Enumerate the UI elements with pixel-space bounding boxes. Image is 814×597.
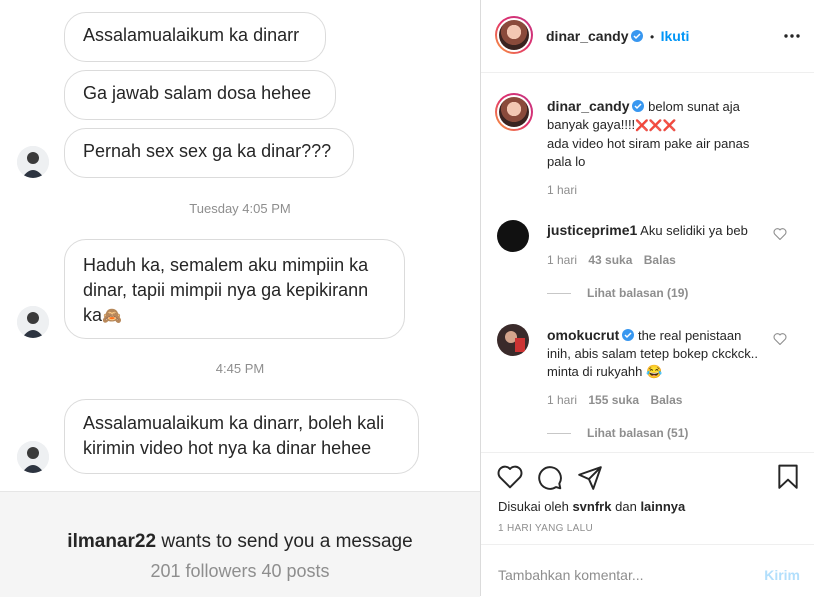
header-username[interactable]: dinar_candy [546,28,628,44]
comment-meta: 1 hari 43 suka Balas [547,253,676,267]
person-icon [17,441,49,473]
post-panel: dinar_candy • Ikuti dinar_candy belom su… [480,0,814,596]
message-bubble[interactable]: Assalamualaikum ka dinarr [64,12,326,62]
comment-time[interactable]: 1 hari [547,253,577,267]
comment-input[interactable]: Tambahkan komentar... [498,567,644,583]
comment-time[interactable]: 1 hari [547,393,577,407]
post-date[interactable]: 1 HARI YANG LALU [498,523,593,534]
verified-badge-icon [622,329,635,341]
reply-button[interactable]: Balas [650,393,682,407]
request-line: ilmanar22 wants to send you a message [0,531,480,553]
view-replies-label: Lihat balasan (51) [587,426,689,440]
divider-line [547,293,571,295]
person-icon [17,146,49,178]
message-text: Assalamualaikum ka dinarr, boleh kali ki… [83,413,385,458]
dm-thread: Assalamualaikum ka dinarr Ga jawab salam… [0,0,480,597]
comment-meta: 1 hari 155 suka Balas [547,393,682,407]
share-send-icon[interactable] [577,465,603,491]
sender-avatar[interactable] [17,441,49,473]
liked-by-user[interactable]: svnfrk [572,499,611,514]
comment-likes[interactable]: 155 suka [588,393,639,407]
message-text: Assalamualaikum ka dinarr [83,25,300,45]
heart-icon[interactable] [773,333,787,345]
message-request-panel: ilmanar22 wants to send you a message 20… [0,491,480,597]
comment: justiceprime1 Aku selidiki ya beb [547,221,767,240]
post-comment-button[interactable]: Kirim [764,567,800,583]
view-replies-label: Lihat balasan (19) [587,286,689,300]
liked-by-prefix: Disukai oleh [498,499,569,514]
comment-text: Aku selidiki ya beb [640,223,748,238]
heart-icon[interactable] [773,228,787,240]
request-username[interactable]: ilmanar22 [67,531,156,552]
message-bubble[interactable]: Ga jawab salam dosa hehee [64,70,336,120]
sender-avatar[interactable] [17,146,49,178]
header-separator: • [649,30,655,44]
comment: omokucrut the real penistaan inih, abis … [547,326,767,381]
person-icon [17,306,49,338]
timestamp: 4:45 PM [215,361,265,376]
caption-time[interactable]: 1 hari [547,183,577,197]
liked-by-mid: dan [615,499,637,514]
verified-badge-icon [631,30,644,42]
reply-button[interactable]: Balas [644,253,676,267]
divider-line [547,433,571,435]
message-text: Ga jawab salam dosa hehee [83,83,312,103]
see-no-evil-emoji: 🙈 [102,308,122,325]
laughing-emoji: 😂 [646,364,663,379]
bookmark-icon[interactable] [777,464,799,490]
liked-by-others[interactable]: lainnya [640,499,685,514]
timestamp: Tuesday 4:05 PM [189,201,291,216]
more-horizontal-icon[interactable] [783,30,801,42]
commenter-avatar[interactable] [497,220,529,252]
message-bubble[interactable]: Haduh ka, semalem aku mimpiin ka dinar, … [64,239,405,339]
person-icon [497,324,529,356]
like-heart-icon[interactable] [497,465,523,489]
view-replies-button[interactable]: Lihat balasan (51) [547,426,688,440]
view-replies-button[interactable]: Lihat balasan (19) [547,286,688,300]
comment-icon[interactable] [537,465,563,491]
post-header: dinar_candy • Ikuti [481,0,814,73]
caption-avatar[interactable] [495,93,533,131]
commenter-avatar[interactable] [497,324,529,356]
caption-text-2: ada video hot siram pake air panas pala … [547,136,750,169]
message-bubble[interactable]: Assalamualaikum ka dinarr, boleh kali ki… [64,399,419,474]
sender-avatar[interactable] [17,306,49,338]
caption: dinar_candy belom sunat aja banyak gaya!… [547,97,777,171]
comment-likes[interactable]: 43 suka [588,253,632,267]
message-text: Pernah sex sex ga ka dinar??? [83,141,332,161]
follow-button[interactable]: Ikuti [661,28,690,44]
cross-mark-emoji: ❌❌❌ [635,120,677,132]
request-stats: 201 followers 40 posts [150,561,330,581]
add-comment-bar: Tambahkan komentar... Kirim [481,544,814,597]
comment-username[interactable]: justiceprime1 [547,222,637,238]
request-text: wants to send you a message [161,531,413,552]
post-actions: Disukai oleh svnfrk dan lainnya 1 HARI Y… [481,452,814,545]
verified-badge-icon [632,100,645,112]
comment-username[interactable]: omokucrut [547,327,619,343]
message-bubble[interactable]: Pernah sex sex ga ka dinar??? [64,128,354,178]
message-text: Haduh ka, semalem aku mimpiin ka dinar, … [83,255,369,325]
header-user-row: dinar_candy • Ikuti [546,28,689,46]
profile-avatar[interactable] [495,16,533,54]
caption-username[interactable]: dinar_candy [547,98,629,114]
liked-by: Disukai oleh svnfrk dan lainnya [498,499,685,514]
